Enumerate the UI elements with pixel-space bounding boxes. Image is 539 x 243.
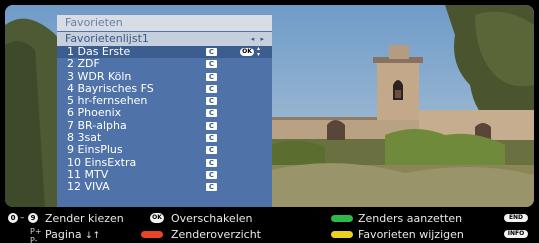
info-key-icon: INFO [504, 230, 528, 238]
channel-label: 9 EinsPlus [67, 143, 123, 157]
page-arrows-icon: ↓↑ [85, 231, 101, 241]
favorites-list-name: Favorietenlijst1 [65, 32, 149, 45]
favorites-panel: Favorieten Favorietenlijst1 ◂ ▸ 1 Das Er… [57, 15, 272, 208]
channel-c-badge-icon: C [206, 72, 217, 81]
help-zender-kiezen: Zender kiezen [45, 212, 124, 225]
ok-key-icon: OK [150, 213, 164, 223]
channel-label: 12 VIVA [67, 180, 110, 194]
channel-c-badge-icon: C [206, 109, 217, 118]
tv-screen: Favorieten Favorietenlijst1 ◂ ▸ 1 Das Er… [0, 0, 539, 243]
green-key-icon [331, 215, 353, 222]
range-dash: – [20, 213, 25, 223]
yellow-key-icon [331, 231, 353, 238]
number-key-9-icon: 9 [28, 213, 38, 223]
channel-label: 6 Phoenix [67, 106, 122, 120]
channel-c-badge-icon: C [206, 60, 217, 69]
channel-row[interactable]: 12 VIVA C [57, 180, 272, 194]
help-pagina: Pagina ↓↑ [45, 228, 100, 243]
channel-c-badge-icon: C [206, 134, 217, 143]
panel-title: Favorieten [57, 15, 272, 31]
up-down-arrows-icon: ▴ ▾ [257, 45, 261, 58]
channel-c-badge-icon: C [206, 146, 217, 155]
channel-list: 1 Das Erste C OK ▴ ▾ 2 ZDF C 3 WDR Köln C 4 Bayri… [57, 45, 272, 194]
number-key-0-icon: 0 [8, 213, 18, 223]
page-key-icon: P+ P- [30, 227, 42, 243]
channel-c-badge-icon: C [206, 84, 217, 93]
channel-c-badge-icon: C [206, 170, 217, 179]
help-pagina-label: Pagina [45, 228, 82, 241]
help-zenderoverzicht: Zenderoverzicht [171, 228, 261, 241]
channel-c-badge-icon: C [206, 183, 217, 192]
channel-row[interactable]: 6 Phoenix C [57, 107, 272, 119]
channel-c-badge-icon: C [206, 97, 217, 106]
favorites-list-selector[interactable]: Favorietenlijst1 ◂ ▸ [57, 32, 272, 46]
channel-row[interactable]: 9 EinsPlus C [57, 144, 272, 156]
list-switch-arrows-icon[interactable]: ◂ ▸ [251, 32, 266, 46]
channel-c-badge-icon: C [206, 158, 217, 167]
red-key-icon [141, 231, 163, 238]
end-key-icon: END [504, 214, 528, 222]
channel-c-badge-icon: C [206, 121, 217, 130]
help-overschakelen: Overschakelen [171, 212, 253, 225]
help-zenders-aanzetten: Zenders aanzetten [358, 212, 463, 225]
channel-row[interactable]: 2 ZDF C [57, 57, 272, 71]
help-favorieten-wijzigen: Favorieten wijzigen [358, 228, 464, 241]
help-bar: 0 – 9 Zender kiezen OK Overschakelen Zen… [0, 207, 539, 243]
channel-label: 2 ZDF [67, 57, 100, 71]
ok-icon: OK [240, 48, 254, 56]
channel-c-badge-icon: C [206, 48, 217, 56]
